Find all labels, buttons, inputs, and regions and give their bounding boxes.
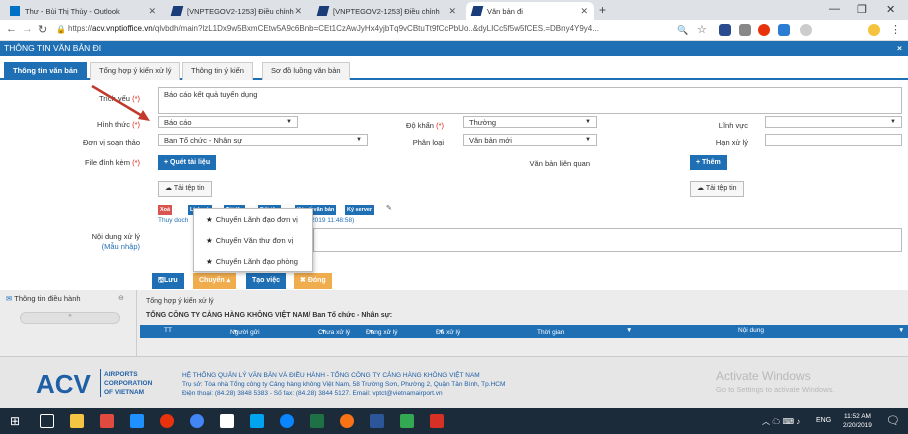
taskbar-app-icon[interactable] (130, 414, 144, 428)
system-title: HỆ THỐNG QUẢN LÝ VĂN BẢN VÀ ĐIỀU HÀNH - … (182, 372, 480, 379)
collapse-icon[interactable]: ⊖ (118, 294, 124, 302)
sort-icon[interactable]: ▼ (898, 327, 904, 334)
opera-icon[interactable] (160, 414, 174, 428)
nav-item-thong-tin-dieu-hanh[interactable]: ✉ Thông tin điều hành (6, 294, 81, 303)
nav-scroll-handle[interactable]: « (20, 312, 120, 324)
excel-icon[interactable] (310, 414, 324, 428)
chrome-icon[interactable] (190, 414, 204, 428)
clock[interactable]: 11:52 AM 2/20/2019 (843, 412, 872, 430)
activate-windows-subtitle: Go to Settings to activate Windows. (716, 385, 835, 394)
taskbar-app-icon[interactable] (340, 414, 354, 428)
taskbar-app-icon[interactable] (400, 414, 414, 428)
left-nav: ✉ Thông tin điều hành ⊖ « (0, 290, 137, 356)
task-view-icon[interactable] (40, 414, 54, 428)
file-explorer-icon[interactable] (70, 414, 84, 428)
windows-start-icon[interactable]: ⊞ (10, 414, 20, 428)
col-tt: TT (164, 327, 172, 334)
logo-divider (100, 369, 101, 397)
word-icon[interactable] (370, 414, 384, 428)
taskbar-app-icon[interactable] (100, 414, 114, 428)
taskbar-app-icon[interactable] (280, 414, 294, 428)
acv-logo-text: AIRPORTS CORPORATION OF VIETNAM (104, 371, 153, 396)
footer-info: HỆ THỐNG QUẢN LÝ VĂN BẢN VÀ ĐIỀU HÀNH - … (182, 371, 505, 398)
activate-windows-title: Activate Windows (716, 369, 811, 383)
table-header: TT Người gửi ▼ Chưa xử lý ▼ Đang xử lý ▼ Đã… (140, 325, 908, 338)
page-footer: ACV AIRPORTS CORPORATION OF VIETNAM HỆ T… (0, 356, 908, 408)
taskbar-app-icon[interactable] (430, 414, 444, 428)
acv-logo: ACV (36, 369, 91, 399)
footer-address: Trụ sở: Tòa nhà Tổng công ty Cảng hàng k… (182, 381, 506, 388)
notification-icon[interactable]: 🗨 (886, 414, 900, 427)
language-indicator[interactable]: ENG (816, 417, 831, 424)
sort-icon[interactable]: ▼ (626, 327, 632, 334)
mail-icon: ✉ (6, 294, 15, 303)
skype-icon[interactable] (250, 414, 264, 428)
company-line: TỔNG CÔNG TY CẢNG HÀNG KHÔNG VIỆT NAM/ B… (146, 312, 393, 319)
footer-contact: Điện thoại: (84.28) 3848 5383 - Số fax: … (182, 390, 443, 397)
windows-taskbar: ⊞ ︿ ☁ ⌨ ♪ ENG 11:52 AM 2/20/2019 🗨 (0, 408, 908, 434)
tray-icons[interactable]: ︿ ☁ ⌨ ♪ (762, 416, 800, 427)
breadcrumb: Tổng hợp ý kiến xử lý (146, 298, 214, 305)
taskbar-app-icon[interactable] (220, 414, 234, 428)
col-noi-dung: Nội dung (738, 327, 765, 334)
